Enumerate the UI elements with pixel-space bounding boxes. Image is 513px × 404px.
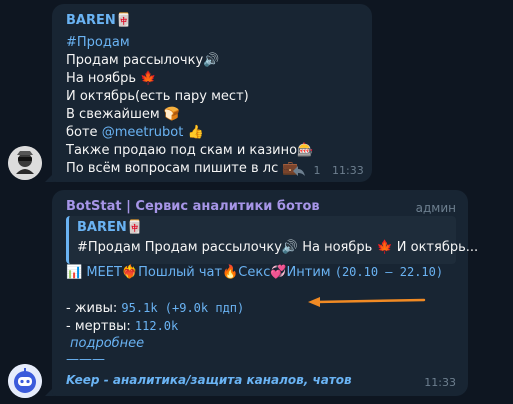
message-text-line: И октябрь(есть пару мест) (66, 89, 249, 104)
message-baren[interactable]: BAREN🀄 #Продам Продам рассылочку🔊 На ноя… (52, 4, 372, 182)
thumbs-up-icon: 👍 (183, 125, 204, 140)
message-meta: 1 11:33 (292, 164, 364, 177)
channel-name-link[interactable]: MEET❤️‍🔥Пошлый чат🔥Секс💞Интим (82, 265, 335, 280)
sender-name[interactable]: BotStat | Сервис аналитики ботов (66, 199, 320, 214)
mahjong-icon: 🀄 (126, 220, 143, 235)
hashtag-link[interactable]: #Продам (66, 34, 130, 52)
botstat-avatar[interactable] (8, 364, 42, 398)
keep-footer-link[interactable]: Keep - аналитика/защита каналов, чатов (66, 371, 352, 389)
dead-stat: - мертвы: 112.0k (66, 319, 179, 334)
robot-icon (8, 364, 42, 398)
alive-value: 95.1k (+9.0k пдп) (121, 301, 245, 315)
date-range: (20.10 – 22.10) (334, 265, 444, 279)
reply-count[interactable]: 1 (314, 164, 321, 177)
sender-name[interactable]: BAREN🀄 (66, 13, 132, 28)
message-text-line: По всём вопросам пишите в лс 💼 (66, 161, 299, 176)
message-text-line: В свежайшем 🍞 (66, 107, 181, 122)
orange-arrow-annotation (308, 297, 426, 307)
message-time: 11:33 (424, 376, 456, 389)
channel-stats-title: 📊 MEET❤️‍🔥Пошлый чат🔥Секс💞Интим (20.10 –… (66, 263, 443, 282)
reply-icon[interactable] (292, 165, 306, 177)
quote-sender: BAREN🀄 (77, 220, 143, 235)
admin-badge: админ (415, 201, 456, 215)
dead-value: 112.0k (134, 319, 179, 333)
baren-avatar[interactable] (8, 146, 42, 180)
message-text-line: боте @meetrubot 👍 (66, 125, 204, 140)
masked-figure-icon (8, 146, 42, 180)
divider: ——— (66, 352, 105, 367)
message-botstat[interactable]: BotStat | Сервис аналитики ботов админ B… (52, 190, 478, 396)
message-text-line: Продам рассылочку🔊 (66, 53, 220, 68)
message-time: 11:33 (332, 164, 364, 177)
alive-stat: - живы: 95.1k (+9.0k пдп) (66, 301, 245, 316)
chart-icon: 📊 (66, 265, 83, 280)
mahjong-icon: 🀄 (115, 13, 132, 28)
forwarded-quote[interactable]: BAREN🀄 #Продам Продам рассылочку🔊 На ноя… (66, 216, 478, 264)
bot-mention-link[interactable]: @meetrubot (102, 125, 184, 140)
message-text-line: Также продаю под скам и казино🎰 (66, 143, 314, 158)
message-text-line: На ноябрь 🍁 (66, 71, 157, 86)
quote-text: #Продам Продам рассылочку🔊 На ноябрь 🍁 И… (77, 240, 479, 255)
